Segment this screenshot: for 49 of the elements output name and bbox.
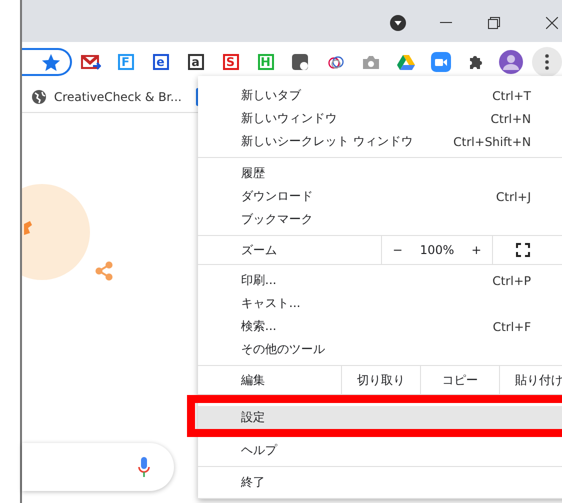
menu-item[interactable]: 新しいシークレット ウィンドウ Ctrl+Shift+N bbox=[198, 130, 562, 153]
puzzle-icon[interactable] bbox=[468, 54, 484, 70]
minimize-icon[interactable] bbox=[440, 22, 452, 24]
menu-item[interactable]: 検索... Ctrl+F bbox=[198, 315, 562, 338]
extension-icon[interactable]: e bbox=[152, 54, 168, 70]
shortcut-label: Ctrl+Shift+N bbox=[453, 134, 531, 148]
close-icon[interactable] bbox=[546, 17, 558, 29]
menu-item[interactable]: キャスト... bbox=[198, 292, 562, 315]
zoom-in-button[interactable]: + bbox=[467, 243, 486, 257]
menu-item[interactable]: ブックマーク bbox=[198, 208, 562, 231]
menu-item[interactable]: 履歴 bbox=[198, 162, 562, 185]
shortcut-label: Ctrl+P bbox=[492, 274, 531, 288]
extension-icon[interactable] bbox=[292, 54, 310, 70]
kebab-icon bbox=[545, 54, 549, 70]
fullscreen-icon[interactable] bbox=[516, 243, 530, 257]
video-icon[interactable] bbox=[430, 52, 450, 72]
edit-action-button[interactable]: 切り取り bbox=[341, 366, 420, 394]
zoom-value: 100% bbox=[420, 243, 454, 257]
globe-icon bbox=[32, 90, 46, 104]
star-icon[interactable] bbox=[42, 54, 60, 70]
edit-action-button[interactable]: 貼り付け bbox=[499, 366, 562, 394]
extension-icon[interactable]: S bbox=[222, 54, 238, 70]
menu-item[interactable]: ヘルプ bbox=[198, 439, 562, 462]
menu-item[interactable]: 印刷... Ctrl+P bbox=[198, 269, 562, 292]
avatar-icon[interactable] bbox=[498, 50, 522, 74]
drive-icon[interactable] bbox=[396, 54, 414, 70]
shortcut-label: Ctrl+T bbox=[492, 88, 531, 102]
edit-action-button[interactable]: コピー bbox=[420, 366, 499, 394]
bookmark[interactable]: CreativeCheck & Br... bbox=[32, 90, 182, 104]
menu-item[interactable]: 新しいウィンドウ Ctrl+N bbox=[198, 107, 562, 130]
rings-icon[interactable] bbox=[326, 54, 346, 70]
dropdown-icon[interactable] bbox=[390, 15, 406, 31]
shortcut-label: Ctrl+N bbox=[490, 112, 531, 126]
zoom-out-button[interactable]: − bbox=[388, 243, 407, 257]
microphone-icon[interactable] bbox=[138, 457, 150, 477]
menu-item[interactable]: 終了 bbox=[198, 471, 562, 494]
mail-icon[interactable] bbox=[80, 54, 100, 70]
menu-label: ズーム bbox=[240, 242, 278, 258]
camera-icon[interactable] bbox=[362, 54, 380, 70]
shortcut-label: Ctrl+J bbox=[496, 190, 531, 204]
menu-item[interactable]: 設定 bbox=[198, 406, 562, 429]
menu-item[interactable]: ダウンロード Ctrl+J bbox=[198, 185, 562, 208]
restore-icon[interactable] bbox=[488, 17, 500, 29]
menu-label: 編集 bbox=[240, 372, 266, 388]
menu-item[interactable]: その他のツール bbox=[198, 338, 562, 361]
extension-icon[interactable]: a bbox=[188, 54, 204, 70]
address-bar[interactable] bbox=[22, 48, 72, 76]
menu-button[interactable] bbox=[532, 47, 562, 77]
shortcut-label: Ctrl+F bbox=[492, 320, 531, 334]
